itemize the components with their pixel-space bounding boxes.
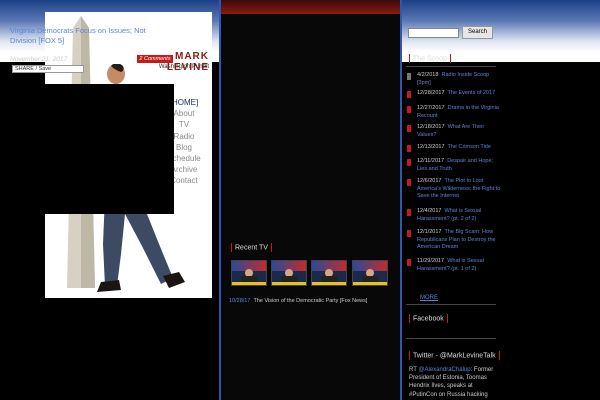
scoop-date: 12/13/2017: [417, 144, 445, 150]
scoop-marker: [407, 209, 411, 216]
scoop-item[interactable]: 12/1/2017 The Big Scam: How Republicans …: [406, 229, 502, 258]
share-save-button[interactable]: SHARE / Save: [12, 65, 84, 73]
scoop-marker: [407, 179, 411, 186]
scoop-marker: [407, 145, 411, 152]
heading-marker: [409, 351, 410, 360]
recent-tv-item[interactable]: 10/28/17 The Vision of the Democratic Pa…: [229, 298, 367, 304]
scoop-more-link[interactable]: MORE: [420, 295, 438, 301]
main-content-column: [219, 0, 402, 400]
scoop-date: 11/29/2017: [417, 258, 445, 264]
heading-marker: [270, 243, 272, 252]
scoop-list: 4/2/2018 Radio Inside Scoop [3pm] 12/28/…: [406, 72, 502, 274]
recent-tv-date: 10/28/17: [229, 298, 251, 304]
scoop-marker: [407, 230, 411, 237]
scoop-heading-text: The Scoop: [413, 55, 447, 63]
scoop-item[interactable]: 12/13/2017 The Crimson Tide: [406, 144, 502, 158]
heading-marker: [449, 54, 451, 63]
scoop-date: 12/28/2017: [417, 90, 445, 96]
tweet: RT @AlexandraChalup: Former President of…: [409, 366, 501, 399]
scoop-title[interactable]: The Crimson Tide: [448, 144, 491, 150]
scoop-date: 12/18/2017: [417, 124, 445, 130]
scoop-date: 12/4/2017: [417, 208, 442, 214]
post-title-link[interactable]: Virginia Democrats Focus on Issues; Not …: [10, 26, 170, 46]
heading-marker: [409, 54, 410, 63]
scoop-heading: The Scoop: [406, 54, 454, 63]
scoop-marker: [407, 73, 411, 80]
scoop-marker: [407, 91, 411, 98]
facebook-heading-text: Facebook: [413, 315, 444, 323]
scoop-marker: [407, 259, 411, 266]
heading-marker: [231, 243, 232, 252]
scoop-marker: [407, 125, 411, 132]
scoop-title[interactable]: The Events of 2017: [448, 90, 496, 96]
recent-tv-heading: Recent TV: [228, 243, 275, 252]
recent-tv-heading-text: Recent TV: [235, 244, 268, 252]
comments-link[interactable]: 2 Comments: [137, 55, 173, 63]
scoop-item[interactable]: 12/6/2017 The Plot to Loot America's Wil…: [406, 178, 502, 208]
scoop-item[interactable]: 4/2/2018 Radio Inside Scoop [3pm]: [406, 72, 502, 90]
tv-thumbnail[interactable]: [231, 260, 267, 286]
twitter-heading-text: Twitter - @MarkLevineTalk: [413, 352, 496, 360]
scoop-item[interactable]: 12/18/2017 What Are Their Values?: [406, 124, 502, 144]
post-date: November 21, 2017: [10, 56, 68, 63]
tv-thumbnail[interactable]: [352, 260, 388, 286]
scoop-date: 12/6/2017: [417, 178, 442, 184]
twitter-heading: Twitter - @MarkLevineTalk: [406, 351, 503, 360]
tv-thumbnail[interactable]: [311, 260, 347, 286]
share-save-label: SHARE / Save: [15, 66, 52, 72]
divider: [406, 66, 496, 67]
divider: [406, 304, 496, 305]
heading-marker: [446, 314, 448, 323]
video-player[interactable]: [10, 84, 174, 214]
content-top-bar: [221, 0, 400, 14]
heading-marker: [498, 351, 500, 360]
scoop-item[interactable]: 12/28/2017 The Events of 2017: [406, 90, 502, 105]
scoop-date: 12/27/2017: [417, 105, 445, 111]
recent-tv-title: The Vision of the Democratic Party [Fox …: [253, 298, 368, 304]
facebook-heading: Facebook: [406, 314, 451, 323]
heading-marker: [409, 314, 410, 323]
scoop-item[interactable]: 12/4/2017 What is Sexual Harassment? (pt…: [406, 208, 502, 229]
scoop-item[interactable]: 11/29/2017 What is Sexual Harassment? (p…: [406, 258, 502, 274]
divider: [406, 338, 496, 339]
tweet-handle-link[interactable]: @AlexandraChalup: [418, 367, 470, 373]
scoop-item[interactable]: 12/11/2017 Despair and Hope; Lies and Tr…: [406, 158, 502, 178]
scoop-date: 4/2/2018: [417, 72, 439, 78]
scoop-item[interactable]: 12/27/2017 Drama in the Virginia Recount: [406, 105, 502, 124]
search-input[interactable]: [408, 28, 459, 38]
scoop-date: 12/1/2017: [417, 229, 442, 235]
scoop-date: 12/11/2017: [417, 158, 445, 164]
tv-thumbnail[interactable]: [271, 260, 307, 286]
brand-subtitle: Washington Pundit: [158, 64, 209, 70]
scoop-marker: [407, 106, 411, 113]
scoop-marker: [407, 159, 411, 166]
search-button[interactable]: Search: [462, 26, 493, 39]
